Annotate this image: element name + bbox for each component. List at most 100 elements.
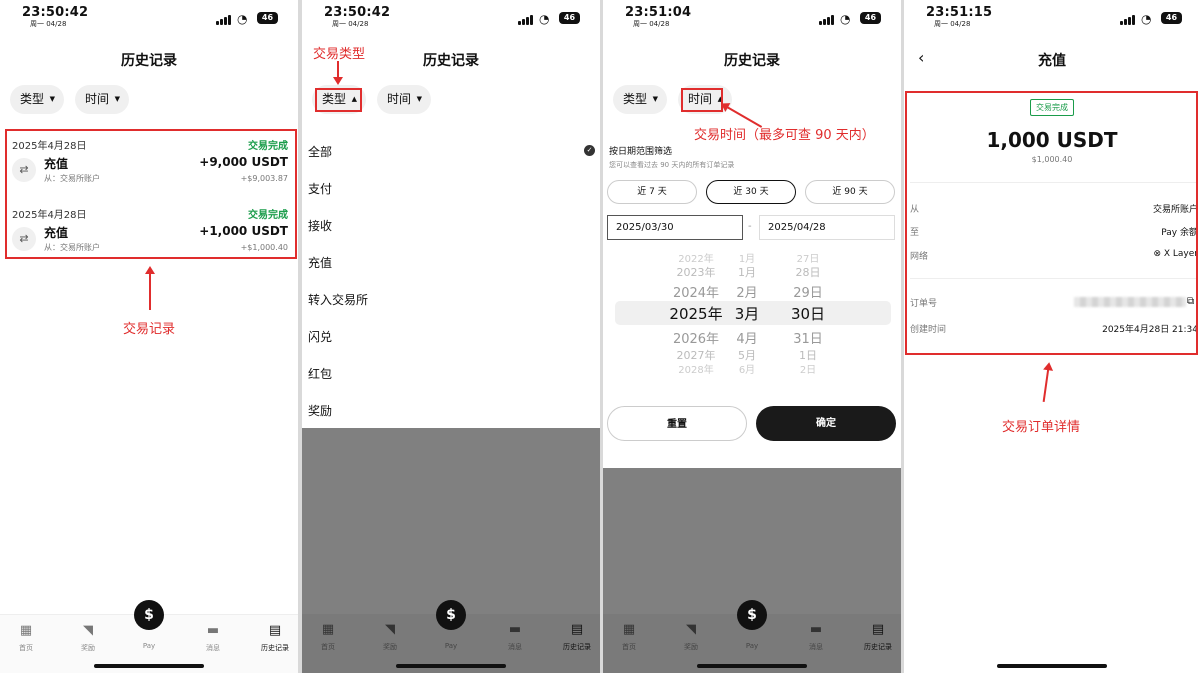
range-90-days[interactable]: 近 90 天 (805, 180, 895, 204)
signal-icon (216, 14, 232, 25)
tab-label: 奖励 (81, 644, 95, 652)
tab-label: 首页 (622, 643, 636, 651)
menu-item-transfer[interactable]: 转入交易所 (308, 291, 368, 308)
status-bar: 23:50:42 周一 04/28 ◔ 46 (302, 0, 600, 32)
picker-month: 2月 (736, 286, 758, 301)
tab-history[interactable]: ▤ 历史记录 (255, 623, 295, 653)
record-fiat: +$9,003.87 (240, 174, 288, 183)
end-date-field[interactable]: 2025/04/28 (759, 215, 895, 240)
home-indicator (697, 664, 807, 668)
picker-year: 2024年 (672, 286, 720, 301)
tab-history[interactable]: ▤ 历史记录 (557, 622, 597, 652)
picker-day: 27日 (796, 254, 820, 265)
tab-rewards[interactable]: ◥ 奖励 (370, 622, 410, 652)
detail-label-network: 网络 (910, 252, 929, 262)
tab-rewards[interactable]: ◥ 奖励 (68, 623, 108, 653)
range-7-days[interactable]: 近 7 天 (607, 180, 697, 204)
menu-item-redpacket[interactable]: 红包 (308, 365, 332, 382)
annotation-arrow (333, 61, 343, 85)
filter-type-label: 类型 (322, 92, 347, 106)
tab-history[interactable]: ▤ 历史记录 (858, 622, 898, 652)
tab-messages[interactable]: ▬ 消息 (495, 622, 535, 652)
picker-year: 2026年 (672, 332, 720, 347)
detail-value-from: 交易所账户 (1152, 205, 1198, 215)
status-time: 23:51:04 (625, 5, 692, 20)
tab-label: 消息 (809, 643, 823, 651)
filter-type-chip[interactable]: 类型 ▲ (312, 85, 366, 114)
date-picker[interactable]: 2022年 2023年 2024年 2025年 2026年 2027年 2028… (603, 250, 901, 376)
filter-type-label: 类型 (623, 92, 648, 106)
status-bar: 23:51:04 周一 04/28 ◔ 46 (603, 0, 901, 32)
detail-value-created: 2025年4月28日 21:34 (1102, 325, 1198, 335)
record-status: 交易完成 (248, 210, 288, 221)
start-date-field[interactable]: 2025/03/30 (607, 215, 743, 240)
tab-rewards[interactable]: ◥ 奖励 (671, 622, 711, 652)
tab-messages[interactable]: ▬ 消息 (796, 622, 836, 652)
copy-icon[interactable]: ⧉ (1187, 296, 1194, 307)
caret-down-icon: ▼ (114, 95, 120, 103)
divider (910, 182, 1198, 183)
message-icon: ▬ (206, 623, 220, 638)
wifi-icon: ◔ (237, 12, 248, 26)
divider (910, 278, 1198, 279)
pay-label: Pay (142, 642, 156, 650)
record-status: 交易完成 (248, 141, 288, 152)
page-title: 历史记录 (121, 53, 177, 69)
annotation-label: 交易订单详情 (1002, 420, 1081, 435)
picker-month: 1月 (738, 266, 756, 279)
pay-button[interactable]: $ (737, 600, 767, 630)
menu-item-rewards[interactable]: 奖励 (308, 402, 332, 419)
picker-month: 6月 (738, 365, 756, 376)
caret-down-icon: ▼ (49, 95, 55, 103)
tab-messages[interactable]: ▬ 消息 (193, 623, 233, 653)
record-title: 充值 (44, 226, 69, 240)
pay-button[interactable]: $ (436, 600, 466, 630)
page-title: 充值 (1038, 53, 1066, 69)
filter-time-chip[interactable]: 时间 ▼ (377, 85, 431, 114)
record-source: 从：交易所账户 (44, 174, 100, 183)
menu-item-receive[interactable]: 接收 (308, 217, 332, 234)
range-30-days[interactable]: 近 30 天 (706, 180, 796, 204)
picker-year: 2023年 (676, 266, 716, 279)
rewards-icon: ◥ (686, 622, 696, 637)
detail-label-created: 创建时间 (910, 325, 947, 335)
status-badge: 交易完成 (1030, 99, 1074, 116)
tab-home[interactable]: ▦ 首页 (6, 623, 46, 653)
menu-item-deposit[interactable]: 充值 (308, 254, 332, 271)
annotation-label: 交易记录 (123, 322, 176, 337)
pay-button[interactable]: $ (134, 600, 164, 630)
menu-item-all[interactable]: 全部 (308, 143, 332, 160)
home-indicator (94, 664, 204, 668)
screenshot-root: 23:50:42 周一 04/28 ◔ 46 历史记录 类型 ▼ 时间 ▼ 2025… (0, 0, 1200, 673)
signal-icon (819, 14, 835, 25)
picker-month: 4月 (736, 332, 758, 347)
signal-icon (1120, 14, 1136, 25)
tab-label: 历史记录 (563, 643, 591, 651)
filter-time-chip[interactable]: 时间 ▼ (75, 85, 129, 114)
status-date: 周一 04/28 (332, 20, 369, 28)
page-title: 历史记录 (724, 53, 780, 69)
list-item[interactable]: 2025年4月28日 交易完成 ⇄ 充值 从：交易所账户 +1,000 USDT… (6, 202, 296, 262)
wifi-icon: ◔ (1141, 12, 1152, 26)
picker-day: 28日 (795, 266, 821, 279)
picker-year: 2028年 (678, 365, 714, 376)
phone-time-filter: 23:51:04 周一 04/28 ◔ 46 历史记录 类型 ▼ 时间 ▲ 交易时间… (603, 0, 901, 673)
filter-time-label: 时间 (85, 92, 110, 106)
filter-type-chip[interactable]: 类型 ▼ (613, 85, 667, 114)
confirm-button[interactable]: 确定 (756, 406, 896, 441)
menu-item-pay[interactable]: 支付 (308, 180, 332, 197)
caret-down-icon: ▼ (652, 95, 658, 103)
rewards-icon: ◥ (385, 622, 395, 637)
reset-button[interactable]: 重置 (607, 406, 747, 441)
tab-home[interactable]: ▦ 首页 (308, 622, 348, 652)
detail-label-to: 至 (910, 228, 920, 238)
rewards-icon: ◥ (83, 623, 93, 638)
menu-item-swap[interactable]: 闪兑 (308, 328, 332, 345)
tab-home[interactable]: ▦ 首页 (609, 622, 649, 652)
list-item[interactable]: 2025年4月28日 交易完成 ⇄ 充值 从：交易所账户 +9,000 USDT… (6, 133, 296, 193)
transfer-icon: ⇄ (12, 158, 36, 182)
history-icon: ▤ (871, 622, 885, 637)
transfer-icon: ⇄ (12, 227, 36, 251)
filter-type-chip[interactable]: 类型 ▼ (10, 85, 64, 114)
home-icon: ▦ (321, 622, 335, 637)
